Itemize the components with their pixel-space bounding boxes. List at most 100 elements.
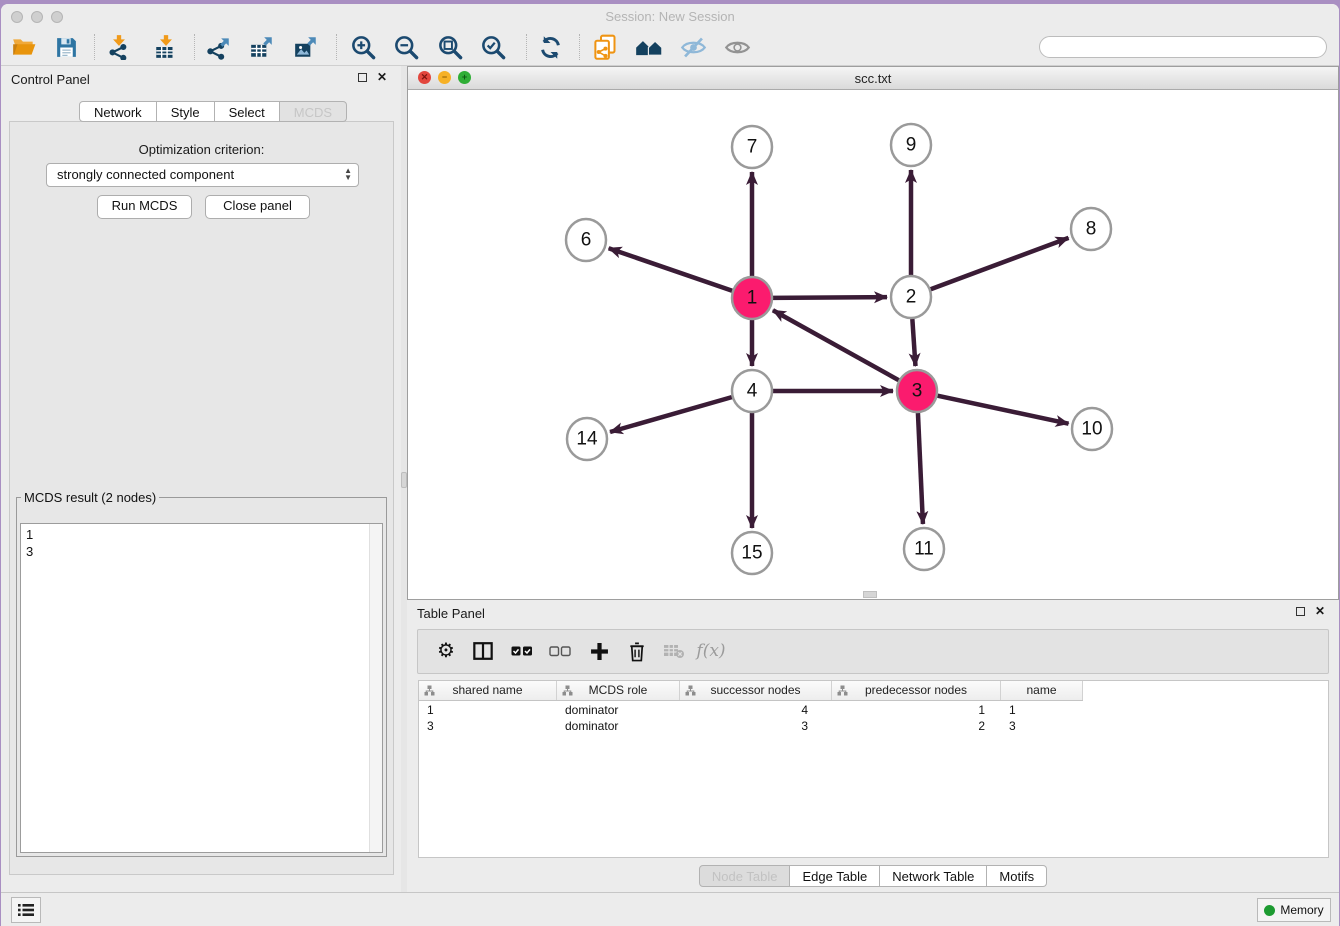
horizontal-splitter-handle[interactable] <box>863 591 877 598</box>
criterion-select[interactable]: strongly connected component ▲▼ <box>46 163 359 187</box>
memory-button[interactable]: Memory <box>1257 898 1331 922</box>
graph-node-15[interactable]: 15 <box>732 532 772 574</box>
svg-text:9: 9 <box>906 135 917 156</box>
toggle-panel-icon[interactable] <box>470 638 496 664</box>
main-toolbar <box>1 29 1339 66</box>
network-window-titlebar[interactable]: ✕ − + scc.txt <box>408 67 1338 90</box>
table-cell[interactable]: 3 <box>419 718 557 734</box>
result-scrollbar[interactable] <box>369 524 382 852</box>
first-neighbors-icon[interactable] <box>635 33 663 61</box>
table-row[interactable]: 1dominator411 <box>419 702 1083 718</box>
graph-edge-4-14[interactable] <box>610 397 732 432</box>
export-table-icon[interactable] <box>248 33 276 61</box>
delete-table-icon <box>661 638 687 664</box>
tab-style[interactable]: Style <box>157 101 215 122</box>
graph-node-11[interactable]: 11 <box>904 528 944 570</box>
open-session-icon[interactable] <box>10 33 38 61</box>
graph-edge-2-8[interactable] <box>931 238 1069 289</box>
tab-edge-table[interactable]: Edge Table <box>790 865 880 887</box>
tab-network-table[interactable]: Network Table <box>880 865 987 887</box>
graph-node-8[interactable]: 8 <box>1071 208 1111 250</box>
table-cell[interactable]: 3 <box>680 718 832 734</box>
network-from-selection-icon[interactable] <box>591 33 619 61</box>
table-panel-title: Table Panel <box>417 606 485 621</box>
graph-node-3[interactable]: 3 <box>897 370 937 412</box>
control-panel-title: Control Panel <box>11 72 90 87</box>
zoom-out-icon[interactable] <box>392 33 420 61</box>
table-cell[interactable]: dominator <box>557 718 680 734</box>
toolbar-separator <box>194 34 195 60</box>
table-cell[interactable]: 1 <box>419 702 557 718</box>
svg-text:15: 15 <box>741 543 762 564</box>
table-cell[interactable]: 4 <box>680 702 832 718</box>
zoom-fit-icon[interactable] <box>436 33 464 61</box>
search-input[interactable] <box>1039 36 1327 58</box>
toolbar-separator <box>526 34 527 60</box>
graph-node-4[interactable]: 4 <box>732 370 772 412</box>
deselect-all-columns-icon[interactable] <box>547 638 573 664</box>
import-table-icon[interactable] <box>152 33 180 61</box>
table-cell[interactable]: 1 <box>832 702 1001 718</box>
close-panel-icon[interactable]: ✕ <box>377 70 387 84</box>
tab-mcds[interactable]: MCDS <box>280 101 347 122</box>
zoom-in-icon[interactable] <box>349 33 377 61</box>
graph-node-7[interactable]: 7 <box>732 126 772 168</box>
mcds-panel: Optimization criterion: strongly connect… <box>9 121 394 875</box>
table-cell[interactable]: 2 <box>832 718 1001 734</box>
node-table[interactable]: shared nameMCDS rolesuccessor nodesprede… <box>418 680 1329 858</box>
task-history-button[interactable] <box>11 897 41 923</box>
graph-node-14[interactable]: 14 <box>567 418 607 460</box>
delete-columns-icon[interactable] <box>624 638 650 664</box>
zoom-selected-icon[interactable] <box>479 33 507 61</box>
column-header-predecessor-nodes[interactable]: predecessor nodes <box>832 681 1001 700</box>
column-header-shared-name[interactable]: shared name <box>419 681 557 700</box>
column-header-successor-nodes[interactable]: successor nodes <box>680 681 832 700</box>
tab-select[interactable]: Select <box>215 101 280 122</box>
select-all-columns-icon[interactable] <box>509 638 535 664</box>
svg-text:14: 14 <box>576 429 598 450</box>
list-icon <box>18 903 34 917</box>
memory-label: Memory <box>1280 903 1323 917</box>
graph-edge-3-11[interactable] <box>918 413 923 524</box>
graph-node-10[interactable]: 10 <box>1072 408 1112 450</box>
graph-edge-1-2[interactable] <box>773 297 887 298</box>
close-table-panel-icon[interactable]: ✕ <box>1315 604 1325 618</box>
table-tabs: Node TableEdge TableNetwork TableMotifs <box>407 865 1339 887</box>
table-settings-icon[interactable]: ⚙ <box>433 638 459 664</box>
run-mcds-button[interactable]: Run MCDS <box>97 195 192 219</box>
close-panel-button[interactable]: Close panel <box>205 195 310 219</box>
column-header-name[interactable]: name <box>1001 681 1083 700</box>
graph-edge-3-1[interactable] <box>773 310 899 380</box>
mcds-result-list[interactable]: 1 3 <box>20 523 383 853</box>
graph-edge-1-6[interactable] <box>609 248 733 290</box>
float-table-panel-icon[interactable] <box>1296 607 1305 616</box>
apply-layout-icon[interactable] <box>536 33 564 61</box>
column-header-MCDS-role[interactable]: MCDS role <box>557 681 680 700</box>
graph-edge-2-3[interactable] <box>912 319 915 366</box>
show-all-icon[interactable] <box>723 33 751 61</box>
import-network-icon[interactable] <box>105 33 133 61</box>
graph-node-1[interactable]: 1 <box>732 277 772 319</box>
table-cell[interactable]: 3 <box>1001 718 1083 734</box>
hide-selection-icon[interactable] <box>679 33 707 61</box>
network-graph-canvas[interactable]: 7 9 6 8 1 2 4 3 14 10 15 11 <box>408 89 1339 600</box>
export-network-icon[interactable] <box>205 33 233 61</box>
mcds-result-values: 1 3 <box>26 526 382 560</box>
export-image-icon[interactable] <box>292 33 320 61</box>
graph-node-9[interactable]: 9 <box>891 124 931 166</box>
tab-motifs[interactable]: Motifs <box>987 865 1047 887</box>
table-cell[interactable]: 1 <box>1001 702 1083 718</box>
graph-edge-3-10[interactable] <box>938 396 1069 424</box>
tab-network[interactable]: Network <box>79 101 157 122</box>
graph-node-6[interactable]: 6 <box>566 219 606 261</box>
float-panel-icon[interactable] <box>358 73 367 82</box>
tab-node-table[interactable]: Node Table <box>699 865 791 887</box>
graph-node-2[interactable]: 2 <box>891 276 931 318</box>
add-column-icon[interactable] <box>586 638 612 664</box>
network-window-title: scc.txt <box>408 71 1338 86</box>
table-row[interactable]: 3dominator323 <box>419 718 1083 734</box>
svg-text:8: 8 <box>1086 219 1097 240</box>
table-panel-header: Table Panel ✕ <box>407 600 1339 626</box>
table-cell[interactable]: dominator <box>557 702 680 718</box>
save-session-icon[interactable] <box>52 33 80 61</box>
